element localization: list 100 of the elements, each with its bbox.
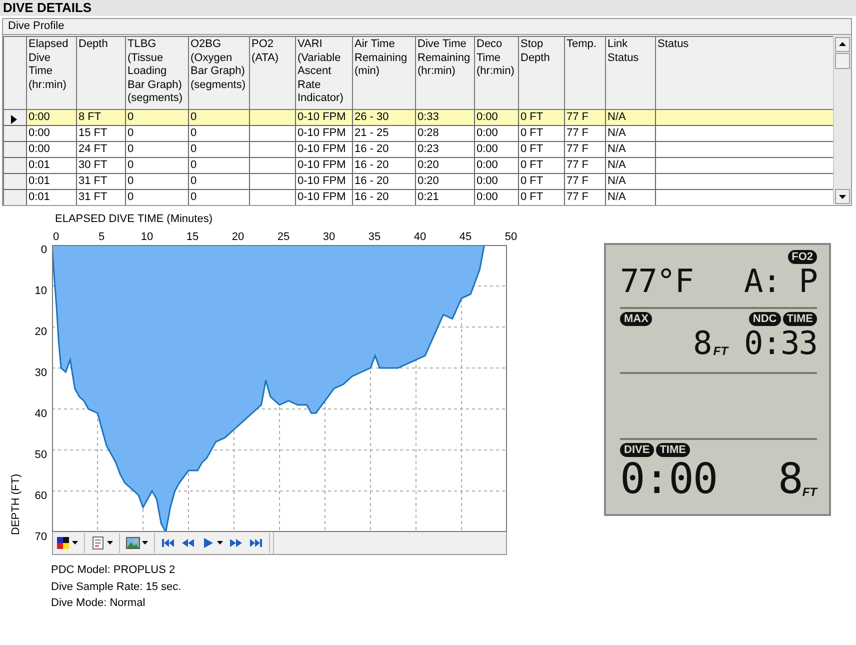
table-cell: 0:00 [26,142,76,158]
dive-time-reading: 0:00 [620,457,718,501]
skip-to-start-icon [161,536,175,550]
table-cell: 21 - 25 [352,126,415,142]
column-header[interactable]: Air Time Remaining (min) [352,37,415,110]
table-cell: 0:20 [415,174,474,190]
caret-icon [72,541,78,545]
table-cell: 0 FT [518,142,564,158]
x-tick-label: 10 [140,231,154,243]
column-header[interactable]: Depth [76,37,125,110]
y-tick-label: 70 [34,531,47,543]
table-cell: 77 F [564,190,605,205]
column-header[interactable]: Elapsed Dive Time (hr:min) [26,37,76,110]
x-tick-label: 50 [504,231,518,243]
table-cell: 0:23 [415,142,474,158]
table-cell: 0:00 [26,110,76,126]
table-cell: 0-10 FPM [295,158,352,174]
table-cell: 0:00 [474,126,518,142]
table-cell: 0 [188,126,249,142]
caret-icon [142,541,148,545]
display-label: DIVE [620,443,654,457]
table-cell: N/A [605,126,655,142]
display-label: NDC [748,312,781,326]
table-cell: 0:28 [415,126,474,142]
table-cell: 26 - 30 [352,110,415,126]
table-cell: 0:21 [415,190,474,205]
display-label: FO2 [788,250,817,264]
table-cell: 16 - 20 [352,190,415,205]
table-cell: 15 FT [76,126,125,142]
table-cell: 0 [125,142,188,158]
x-tick-label: 20 [232,231,244,243]
table-cell: 0-10 FPM [295,142,352,158]
x-tick-label: 5 [98,231,105,243]
column-header[interactable]: Dive Time Remaining (hr:min) [415,37,474,110]
caret-icon [107,541,113,545]
toolbar-button[interactable] [123,533,155,553]
table-cell: N/A [605,110,655,126]
scroll-up-icon[interactable] [835,37,850,52]
x-tick-label: 35 [368,231,381,243]
table-cell: 0:00 [474,142,518,158]
table-cell: 0:33 [415,110,474,126]
current-row-arrow-icon [11,114,17,124]
column-header[interactable]: Deco Time (hr:min) [474,37,518,110]
table-cell: 0 [125,190,188,205]
table-cell: 31 FT [76,190,125,205]
table-cell: 31 FT [76,174,125,190]
x-tick-label: 45 [459,231,472,243]
max-depth-reading: 8 [693,326,712,360]
x-tick-label: 15 [186,231,199,243]
table-cell: 0 [188,142,249,158]
vertical-scrollbar[interactable] [833,36,851,204]
table-cell: N/A [605,174,655,190]
y-tick-label: 30 [34,367,47,379]
table-cell: 8 FT [76,110,125,126]
table-cell: 0 FT [518,190,564,205]
table-cell: 0:01 [26,190,76,205]
fast-forward-icon [229,536,243,550]
table-cell: N/A [605,190,655,205]
panel-caption: Dive Profile [3,19,851,35]
y-tick-label: 10 [34,285,47,297]
play-icon [201,536,215,550]
column-header[interactable]: TLBG (Tissue Loading Bar Graph) (segments) [125,37,188,110]
table-cell: 0-10 FPM [295,110,352,126]
display-label: MAX [620,312,652,326]
table-cell: 0:00 [26,126,76,142]
table-cell: 0:01 [26,158,76,174]
column-header[interactable]: Temp. [564,37,605,110]
table-cell: 0:01 [26,174,76,190]
y-tick-label: 40 [34,408,47,420]
column-header[interactable]: Status [655,37,833,110]
scrollbar-thumb[interactable] [835,53,850,69]
unit-label: FT [713,344,728,358]
scroll-down-icon[interactable] [835,189,850,204]
column-header[interactable]: PO2 (ATA) [249,37,295,110]
x-tick-label: 30 [322,231,336,243]
table-cell: 30 FT [76,158,125,174]
dive-info-text: Dive Mode: Normal [51,596,146,611]
row-header[interactable] [4,110,26,126]
depth-reading: 8 [778,457,802,501]
table-cell: 0:00 [474,110,518,126]
table-cell: 77 F [564,110,605,126]
color-palette-icon [56,536,70,550]
table-cell: 16 - 20 [352,158,415,174]
table-cell: 0 [188,110,249,126]
table-cell: 0:20 [415,158,474,174]
table-cell: N/A [605,158,655,174]
table-cell: 0 FT [518,110,564,126]
dive-info-text: PDC Model: PROPLUS 2 [51,563,176,578]
x-tick-label: 40 [414,231,426,243]
display-label: TIME [782,312,817,326]
column-header[interactable]: O2BG (Oxygen Bar Graph) (segments) [188,37,249,110]
table-cell: 16 - 20 [352,174,415,190]
column-header[interactable]: VARI (Variable Ascent Rate Indicator) [295,37,352,110]
temperature-reading: 77°F [620,264,694,298]
no-deco-time-reading: 0:33 [744,326,817,360]
caret-icon [217,541,223,545]
table-cell: 0:00 [474,158,518,174]
table-cell: 0 FT [518,174,564,190]
column-header[interactable]: Link Status [605,37,655,110]
column-header[interactable]: Stop Depth [518,37,564,110]
